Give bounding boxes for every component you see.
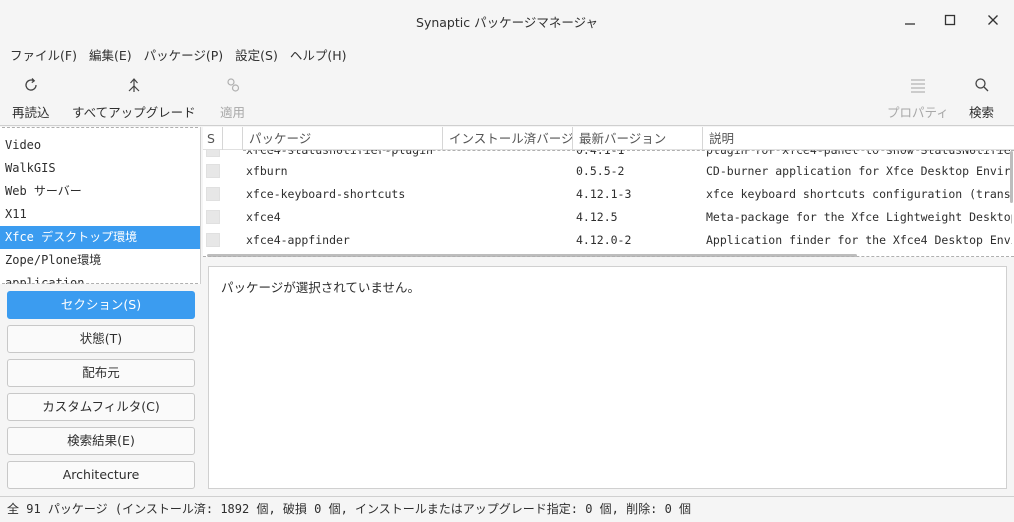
origin-filter-button[interactable]: 配布元 (7, 359, 195, 387)
table-divider (243, 150, 1014, 151)
latest-version: 0.5.5-2 (576, 164, 625, 178)
status-checkbox[interactable] (206, 210, 220, 224)
menu-settings[interactable]: 設定(S) (229, 45, 284, 64)
reload-icon (22, 74, 40, 96)
package-table[interactable]: S パッケージ インストール済バージョン 最新バージョン 説明 xfce4-st… (203, 127, 1014, 257)
table-row[interactable]: xfce-keyboard-shortcuts 4.12.1-3 xfce ke… (203, 183, 1014, 206)
table-row[interactable]: xfce4-appfinder 4.12.0-2 Application fin… (203, 229, 1014, 252)
package-name: xfce-keyboard-shortcuts (246, 187, 406, 201)
minimize-button[interactable] (897, 8, 923, 32)
menu-edit[interactable]: 編集(E) (83, 45, 138, 64)
column-package-label: パッケージ (242, 127, 442, 150)
package-name: xfce4-appfinder (246, 233, 350, 247)
close-button[interactable] (980, 8, 1006, 32)
custom-filter-button[interactable]: カスタムフィルタ(C) (7, 393, 195, 421)
latest-version: 4.12.5 (576, 210, 618, 224)
menu-bar: ファイル(F) 編集(E) パッケージ(P) 設定(S) ヘルプ(H) (0, 42, 1014, 66)
column-spacer (222, 127, 242, 150)
package-name: xfce4 (246, 210, 281, 224)
section-list[interactable]: Video WalkGIS Web サーバー X11 Xfce デスクトップ環境… (0, 127, 201, 284)
minimize-icon (905, 23, 915, 25)
no-selection-message: パッケージが選択されていません。 (221, 280, 421, 295)
window-title: Synaptic パッケージマネージャ (416, 15, 598, 30)
section-item-selected[interactable]: Xfce デスクトップ環境 (0, 226, 200, 249)
apply-label: 適用 (220, 105, 246, 120)
package-description: CD-burner application for Xfce Desktop E… (706, 164, 1012, 178)
package-details-pane: パッケージが選択されていません。 (208, 266, 1007, 489)
section-item[interactable]: WalkGIS (0, 157, 200, 180)
gears-icon (224, 74, 242, 96)
status-bar: 全 91 パッケージ (インストール済: 1892 個, 破損 0 個, インス… (0, 496, 1014, 522)
search-label: 検索 (969, 105, 995, 120)
list-divider (2, 283, 198, 284)
section-item[interactable]: Zope/Plone環境 (0, 249, 200, 272)
menu-package[interactable]: パッケージ(P) (138, 45, 230, 64)
latest-version: 4.12.0-2 (576, 233, 632, 247)
status-checkbox[interactable] (206, 233, 220, 247)
maximize-button[interactable] (937, 8, 963, 32)
package-description: Meta-package for the Xfce Lightweight De… (706, 210, 1012, 224)
upgrade-all-label: すべてアップグレード (72, 105, 196, 120)
reload-label: 再読込 (12, 105, 50, 120)
upgrade-icon (125, 74, 143, 96)
table-header-overlay: S パッケージ インストール済バージョン 最新バージョン 説明 (203, 127, 1014, 150)
table-row[interactable]: xfce4 4.12.5 Meta-package for the Xfce L… (203, 206, 1014, 229)
column-description-label: 説明 (702, 127, 1014, 150)
vertical-scrollbar[interactable] (1010, 151, 1013, 203)
maximize-icon (944, 14, 956, 26)
column-installed-version-label: インストール済バージョン (442, 127, 572, 150)
menu-file[interactable]: ファイル(F) (4, 45, 83, 64)
reload-button[interactable]: 再読込 (12, 74, 50, 124)
section-item[interactable]: Video (0, 134, 200, 157)
architecture-filter-button[interactable]: Architecture (7, 461, 195, 489)
close-icon (988, 15, 998, 25)
package-name: xfburn (246, 164, 288, 178)
properties-label: プロパティ (887, 105, 949, 120)
properties-button[interactable]: プロパティ (887, 74, 949, 124)
package-description: xfce keyboard shortcuts configuration (t… (706, 187, 1012, 201)
search-icon (973, 74, 991, 96)
column-latest-version-label: 最新バージョン (572, 127, 702, 150)
section-item[interactable]: X11 (0, 203, 200, 226)
latest-version: 4.12.1-3 (576, 187, 632, 201)
status-checkbox[interactable] (206, 164, 220, 178)
table-divider (203, 256, 1014, 257)
package-description: Application finder for the Xfce4 Desktop… (706, 233, 1012, 247)
toolbar: 再読込 すべてアップグレード 適用 プロパティ 検索 (0, 68, 1014, 126)
column-status-label: S (207, 131, 215, 146)
status-checkbox[interactable] (206, 187, 220, 201)
table-row[interactable]: xfburn 0.5.5-2 CD-burner application for… (203, 160, 1014, 183)
apply-button[interactable]: 適用 (220, 74, 245, 124)
status-filter-button[interactable]: 状態(T) (7, 325, 195, 353)
upgrade-all-button[interactable]: すべてアップグレード (72, 74, 196, 124)
section-item[interactable]: Web サーバー (0, 180, 200, 203)
search-results-filter-button[interactable]: 検索結果(E) (7, 427, 195, 455)
title-bar: Synaptic パッケージマネージャ (0, 0, 1014, 40)
sections-filter-button[interactable]: セクション(S) (7, 291, 195, 319)
properties-icon (909, 74, 927, 96)
menu-help[interactable]: ヘルプ(H) (284, 45, 353, 64)
search-button[interactable]: 検索 (969, 74, 994, 124)
list-divider (2, 127, 198, 128)
